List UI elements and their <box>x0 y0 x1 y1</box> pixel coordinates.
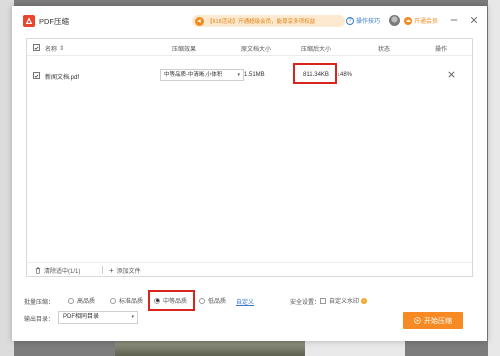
promo-banner[interactable]: 【618活动】开通超级会员，能尊享多项权益 <box>192 15 345 27</box>
radio-low-label: 低品质 <box>208 299 227 305</box>
output-label: 输出目录： <box>24 317 55 323</box>
avatar[interactable] <box>389 15 400 26</box>
radio-circle <box>199 297 205 304</box>
check-icon <box>34 46 39 50</box>
table-header: 名称 ⇕ 压缩效果 原文档大小 压缩后大小 状态 操作 <box>27 39 472 56</box>
chevron-down-icon: ▾ <box>131 314 134 320</box>
compression-ratio: ↓48% <box>337 72 353 78</box>
radio-medium[interactable]: 中等品质 <box>154 296 187 305</box>
vip-link[interactable]: 开通会员 <box>404 16 438 25</box>
add-file-label: 添加文件 <box>116 269 141 275</box>
radio-circle <box>110 297 116 304</box>
info-icon[interactable]: i <box>361 297 368 304</box>
question-icon: ? <box>346 16 354 25</box>
radio-circle <box>68 297 74 304</box>
radio-high[interactable]: 高品质 <box>68 296 95 305</box>
quality-value: 中等品质-中清晰,小体积 <box>164 72 223 78</box>
add-file-button[interactable]: + 添加文件 <box>109 266 141 276</box>
compressed-size: 811.34KB <box>303 72 329 78</box>
header-compressed-size: 压缩后大小 <box>301 47 332 53</box>
file-list-panel: 名称 ⇕ 压缩效果 原文档大小 压缩后大小 状态 操作 新闻文档.pdf 中等品… <box>26 38 473 277</box>
header-name[interactable]: 名称 ⇕ <box>45 44 64 53</box>
trash-icon <box>35 267 41 274</box>
panel-footer: 清除适中(1/1) + 添加文件 <box>27 262 472 276</box>
title-bar: PDF压缩 【618活动】开通超级会员，能尊享多项权益 ? 操作技巧 开通会员 <box>12 6 487 34</box>
header-action: 操作 <box>435 47 448 53</box>
header-name-label: 名称 <box>45 47 58 53</box>
background-right <box>488 0 500 356</box>
header-effect: 压缩效果 <box>172 47 197 53</box>
output-dir-value: PDF相同目录 <box>63 314 100 320</box>
play-icon <box>414 317 421 324</box>
select-all-checkbox[interactable] <box>33 44 40 51</box>
close-button[interactable] <box>469 15 479 25</box>
watermark-checkbox[interactable]: 自定义水印 i <box>320 296 368 305</box>
quality-label: 批量压缩： <box>24 300 55 306</box>
watermark-label: 自定义水印 <box>329 299 360 305</box>
security-label: 安全设置： <box>290 300 321 306</box>
plus-icon: + <box>109 266 114 275</box>
file-name: 新闻文档.pdf <box>45 75 80 81</box>
radio-medium-label: 中等品质 <box>163 299 188 305</box>
chevron-down-icon: ▾ <box>237 72 240 78</box>
check-icon <box>34 74 39 78</box>
header-original-size: 原文档大小 <box>241 47 272 53</box>
radio-standard[interactable]: 标准品质 <box>110 296 143 305</box>
minimize-icon <box>450 19 458 21</box>
clear-list-button[interactable]: 清除适中(1/1) <box>35 266 80 275</box>
remove-icon[interactable] <box>447 70 456 79</box>
help-link[interactable]: ? 操作技巧 <box>346 16 380 25</box>
crown-icon <box>404 16 412 25</box>
quality-settings: 批量压缩： 高品质 标准品质 中等品质 低品质 自定义 安全设置： 自定义水印 … <box>24 290 474 311</box>
radio-standard-label: 标准品质 <box>119 299 144 305</box>
promo-text: 【618活动】开通超级会员，能尊享多项权益 <box>207 19 316 25</box>
start-compress-button[interactable]: 开始压缩 <box>403 312 463 329</box>
sort-icon: ⇕ <box>59 46 65 52</box>
clear-list-label: 清除适中(1/1) <box>44 269 81 275</box>
quality-select[interactable]: 中等品质-中清晰,小体积 ▾ <box>160 69 244 81</box>
vip-label: 开通会员 <box>414 19 439 25</box>
output-dir-select[interactable]: PDF相同目录 ▾ <box>58 311 138 324</box>
help-label: 操作技巧 <box>356 19 381 25</box>
watermark-box <box>320 297 326 304</box>
radio-low[interactable]: 低品质 <box>199 296 226 305</box>
radio-circle-selected <box>154 297 160 304</box>
output-settings: 输出目录： PDF相同目录 ▾ <box>24 311 324 325</box>
original-size: 1.51MB <box>244 72 265 78</box>
minimize-button[interactable] <box>449 15 459 25</box>
row-checkbox[interactable] <box>33 72 40 79</box>
table-row: 新闻文档.pdf 中等品质-中清晰,小体积 ▾ 1.51MB 811.34KB … <box>27 63 472 85</box>
start-compress-label: 开始压缩 <box>424 317 452 325</box>
header-status: 状态 <box>378 47 391 53</box>
close-icon <box>470 16 478 24</box>
custom-quality-link[interactable]: 自定义 <box>236 297 254 306</box>
divider <box>102 266 103 274</box>
pdf-compress-window: PDF压缩 【618活动】开通超级会员，能尊享多项权益 ? 操作技巧 开通会员 <box>12 6 487 341</box>
app-title: PDF压缩 <box>39 17 69 26</box>
radio-high-label: 高品质 <box>77 299 96 305</box>
speaker-icon <box>195 16 204 26</box>
pdf-logo-icon <box>23 15 35 27</box>
